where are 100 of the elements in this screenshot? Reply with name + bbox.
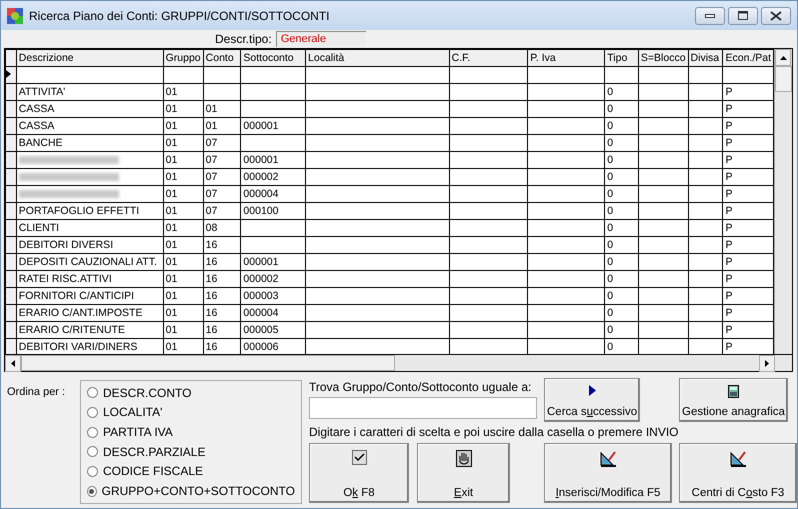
table-cell: 000003 [243,290,278,302]
table-cell: 07 [206,137,218,149]
next-button[interactable]: Cerca successivo [544,378,640,422]
column-header: Località [306,50,450,66]
table-cell: P [725,86,732,98]
horizontal-scrollbar[interactable] [5,354,792,371]
maximize-button[interactable] [728,6,758,24]
exit-button[interactable]: Exit [417,442,510,503]
find-label: Trova Gruppo/Conto/Sottoconto uguale a: [309,380,532,394]
right-arrow-icon [765,360,769,367]
minimize-icon [705,14,715,18]
table-cell: 16 [206,256,218,268]
find-field[interactable] [309,397,537,419]
table-cell: P [725,239,732,251]
table-cell: CASSA [18,120,54,132]
table-cell: 16 [206,324,218,336]
table-cell: 01 [166,222,178,234]
table-cell: ERARIO C/RITENUTE [18,324,125,336]
table-cell: 01 [166,171,178,183]
table-cell: 01 [166,324,178,336]
table-cell: 0 [607,222,614,234]
minimize-button[interactable] [695,6,725,24]
table-cell: 01 [166,341,178,353]
table-cell: 000004 [243,188,278,200]
table-cell: 01 [166,103,178,115]
table-cell: 01 [166,154,178,166]
table-cell: 01 [166,120,178,132]
table-cell: 16 [206,290,218,302]
hand-icon [456,450,472,467]
radio-option[interactable]: DESCR.CONTO [87,386,295,400]
table-cell: 0 [607,273,614,285]
radio-option[interactable]: LOCALITA' [87,405,295,420]
table-cell: CASSA [18,103,54,115]
table-cell: 01 [166,273,178,285]
table-cell: 01 [166,307,178,319]
radio-option[interactable]: DESCR.PARZIALE [87,444,295,459]
table-cell: 0 [607,137,614,149]
edit-button[interactable]: Inserisci/Modifica F5 [544,442,672,503]
calculator-icon [728,385,739,398]
table-cell: 0 [607,103,614,115]
table-cell: 0 [607,239,614,251]
scroll-left-button[interactable] [5,355,21,372]
table-cell: P [725,205,732,217]
table-cell: 01 [166,188,178,200]
table-cell: P [725,154,732,166]
radio-option[interactable]: PARTITA IVA [87,425,295,440]
table-cell: 000004 [243,307,278,319]
table-cell: RATEI RISC.ATTIVI [18,273,112,285]
column-header: Econ./Pat [722,50,774,66]
ok-button[interactable]: Ok F8 [309,442,409,503]
vertical-scrollbar[interactable] [774,49,792,354]
table-cell: 0 [607,307,614,319]
close-button[interactable] [761,6,791,24]
table-cell: 07 [206,171,218,183]
table-cell: P [725,120,732,132]
table-cell: 000002 [243,171,278,183]
table-cell: P [725,222,732,234]
table-cell: 07 [206,188,218,200]
table-cell: 16 [206,273,218,285]
table-cell: 01 [166,86,178,98]
maximize-icon [738,11,748,20]
registry-button[interactable]: Gestione anagrafica [679,378,788,422]
table-cell: ERARIO C/ANT.IMPOSTE [18,307,142,319]
column-header: Sottoconto [240,50,306,66]
table-cell: 000001 [243,256,278,268]
app-icon [7,8,23,24]
column-header: Tipo [604,50,638,66]
table-cell: P [725,171,732,183]
table-cell: 000005 [243,324,278,336]
table-cell: 000002 [243,273,278,285]
table-cell: 01 [166,239,178,251]
table-cell: 0 [607,171,614,183]
scrollbar-thumb[interactable] [775,66,792,92]
table-cell: CLIENTI [18,222,60,234]
table-cell: 000001 [243,120,278,132]
descr-tipo-field: Generale [276,31,366,47]
hint-text: Digitare i caratteri di scelta e poi uscire dalla casella o premere INVIO [309,424,680,442]
table-cell: 000006 [243,341,278,353]
table-cell: P [725,290,732,302]
table-cell: 0 [607,120,614,132]
table-cell: 0 [607,86,614,98]
table-cell: P [725,324,732,336]
table-cell: P [725,273,732,285]
column-header: P. Iva [528,50,605,66]
radio-option[interactable]: GRUPPO+CONTO+SOTTOCONTO [87,484,295,498]
scroll-right-button[interactable] [759,355,775,372]
scroll-up-button[interactable] [775,49,792,66]
costs-button[interactable]: Centri di Costo F3 [679,442,797,503]
column-header: C.F. [449,50,528,66]
table-cell: 0 [607,154,614,166]
table-cell: P [725,307,732,319]
table-cell: 01 [206,103,218,115]
scrollbar-thumb[interactable] [21,355,395,371]
table-cell: 07 [206,154,218,166]
column-header: S=Blocco [638,50,688,66]
order-by-label: Ordina per : [7,385,66,400]
radio-option[interactable]: CODICE FISCALE [87,464,295,478]
table-cell: 01 [166,256,178,268]
table-cell: 16 [206,341,218,353]
table-cell: P [725,137,732,149]
